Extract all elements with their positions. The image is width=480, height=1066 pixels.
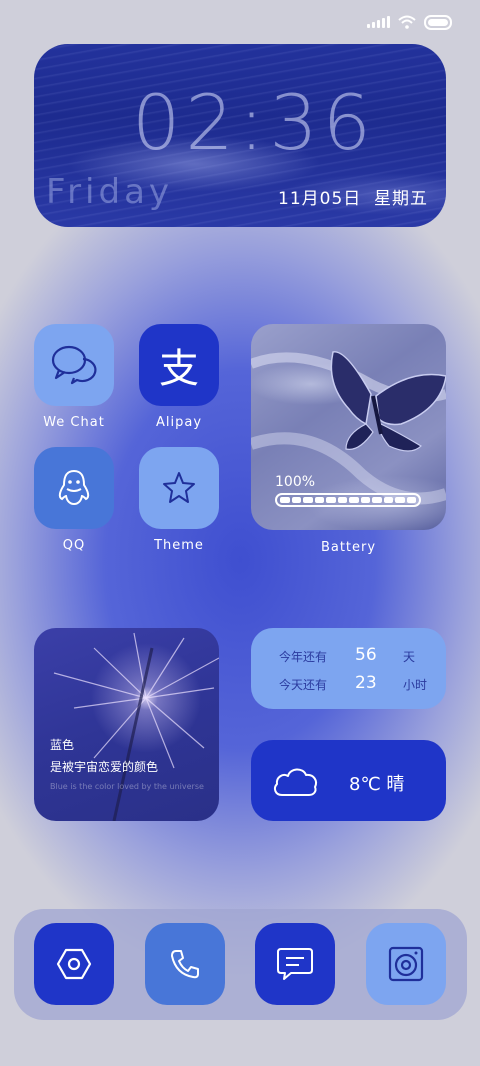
cloud-icon xyxy=(273,768,317,796)
alipay-tile[interactable]: 支 xyxy=(139,324,219,406)
battery-segment xyxy=(383,497,393,503)
battery-segment xyxy=(280,497,290,503)
quote-english: Blue is the color loved by the universe xyxy=(50,782,204,791)
countdown-value: 56 xyxy=(355,645,377,665)
clock-date: 11月05日 xyxy=(278,189,362,209)
battery-segment xyxy=(291,497,301,503)
alipay-label: Alipay xyxy=(155,415,203,430)
status-bar xyxy=(367,12,452,32)
quote-title: 蓝色 xyxy=(50,738,75,752)
camera-icon xyxy=(388,946,424,982)
battery-segment xyxy=(395,497,405,503)
countdown-widget[interactable]: 今年还有 56 天 今天还有 23 小时 xyxy=(251,628,446,709)
signal-icon xyxy=(367,16,390,28)
battery-segment xyxy=(326,497,336,503)
battery-widget[interactable]: 100% xyxy=(251,324,446,530)
clock-time: 02:36 xyxy=(132,78,377,167)
battery-bar xyxy=(275,493,421,507)
countdown-unit: 小时 xyxy=(403,678,428,692)
quote-widget[interactable]: 蓝色 是被宇宙恋爱的颜色 Blue is the color loved by … xyxy=(34,628,219,821)
dock-settings-button[interactable] xyxy=(34,923,114,1005)
qq-label: QQ xyxy=(62,538,86,553)
quote-text: 是被宇宙恋爱的颜色 xyxy=(50,760,159,774)
chat-bubbles-icon xyxy=(51,345,97,385)
clock-widget[interactable]: 02:36 Friday 11月05日 星期五 xyxy=(34,44,446,227)
battery-segment xyxy=(372,497,382,503)
alipay-icon: 支 xyxy=(159,346,199,392)
countdown-row-year: 今年还有 56 天 xyxy=(251,645,446,665)
countdown-value: 23 xyxy=(355,673,377,693)
battery-percent: 100% xyxy=(275,474,316,490)
app-qq[interactable]: QQ xyxy=(34,447,114,553)
countdown-row-day: 今天还有 23 小时 xyxy=(251,673,446,693)
theme-tile[interactable] xyxy=(139,447,219,529)
countdown-prefix: 今天还有 xyxy=(279,678,328,692)
phone-icon xyxy=(171,950,199,979)
theme-label: Theme xyxy=(154,538,204,553)
qq-tile[interactable] xyxy=(34,447,114,529)
app-wechat[interactable]: We Chat xyxy=(34,324,114,430)
dock-phone-button[interactable] xyxy=(145,923,225,1005)
wechat-tile[interactable] xyxy=(34,324,114,406)
settings-hexagon-icon xyxy=(56,948,92,980)
clock-day: Friday xyxy=(46,172,174,212)
dock-messages-button[interactable] xyxy=(255,923,335,1005)
app-theme[interactable]: Theme xyxy=(139,447,219,553)
battery-segment xyxy=(303,497,313,503)
penguin-icon xyxy=(58,469,90,506)
app-alipay[interactable]: 支 Alipay xyxy=(139,324,219,430)
battery-segment xyxy=(406,497,416,503)
battery-segment xyxy=(349,497,359,503)
battery-label: Battery xyxy=(320,540,377,555)
countdown-prefix: 今年还有 xyxy=(279,650,328,664)
star-icon xyxy=(163,472,195,503)
message-icon xyxy=(277,948,313,980)
sparkler-image xyxy=(53,632,219,821)
weather-widget[interactable]: 8℃ 晴 xyxy=(251,740,446,821)
wifi-icon xyxy=(398,15,416,29)
countdown-unit: 天 xyxy=(403,650,416,664)
battery-segment xyxy=(360,497,370,503)
battery-segment xyxy=(337,497,347,503)
battery-status-icon xyxy=(424,14,452,30)
battery-segment xyxy=(314,497,324,503)
weather-text: 8℃ 晴 xyxy=(349,774,405,795)
dock-camera-button[interactable] xyxy=(366,923,446,1005)
clock-weekday: 星期五 xyxy=(374,189,428,209)
wechat-label: We Chat xyxy=(43,415,105,430)
dock xyxy=(14,909,467,1020)
